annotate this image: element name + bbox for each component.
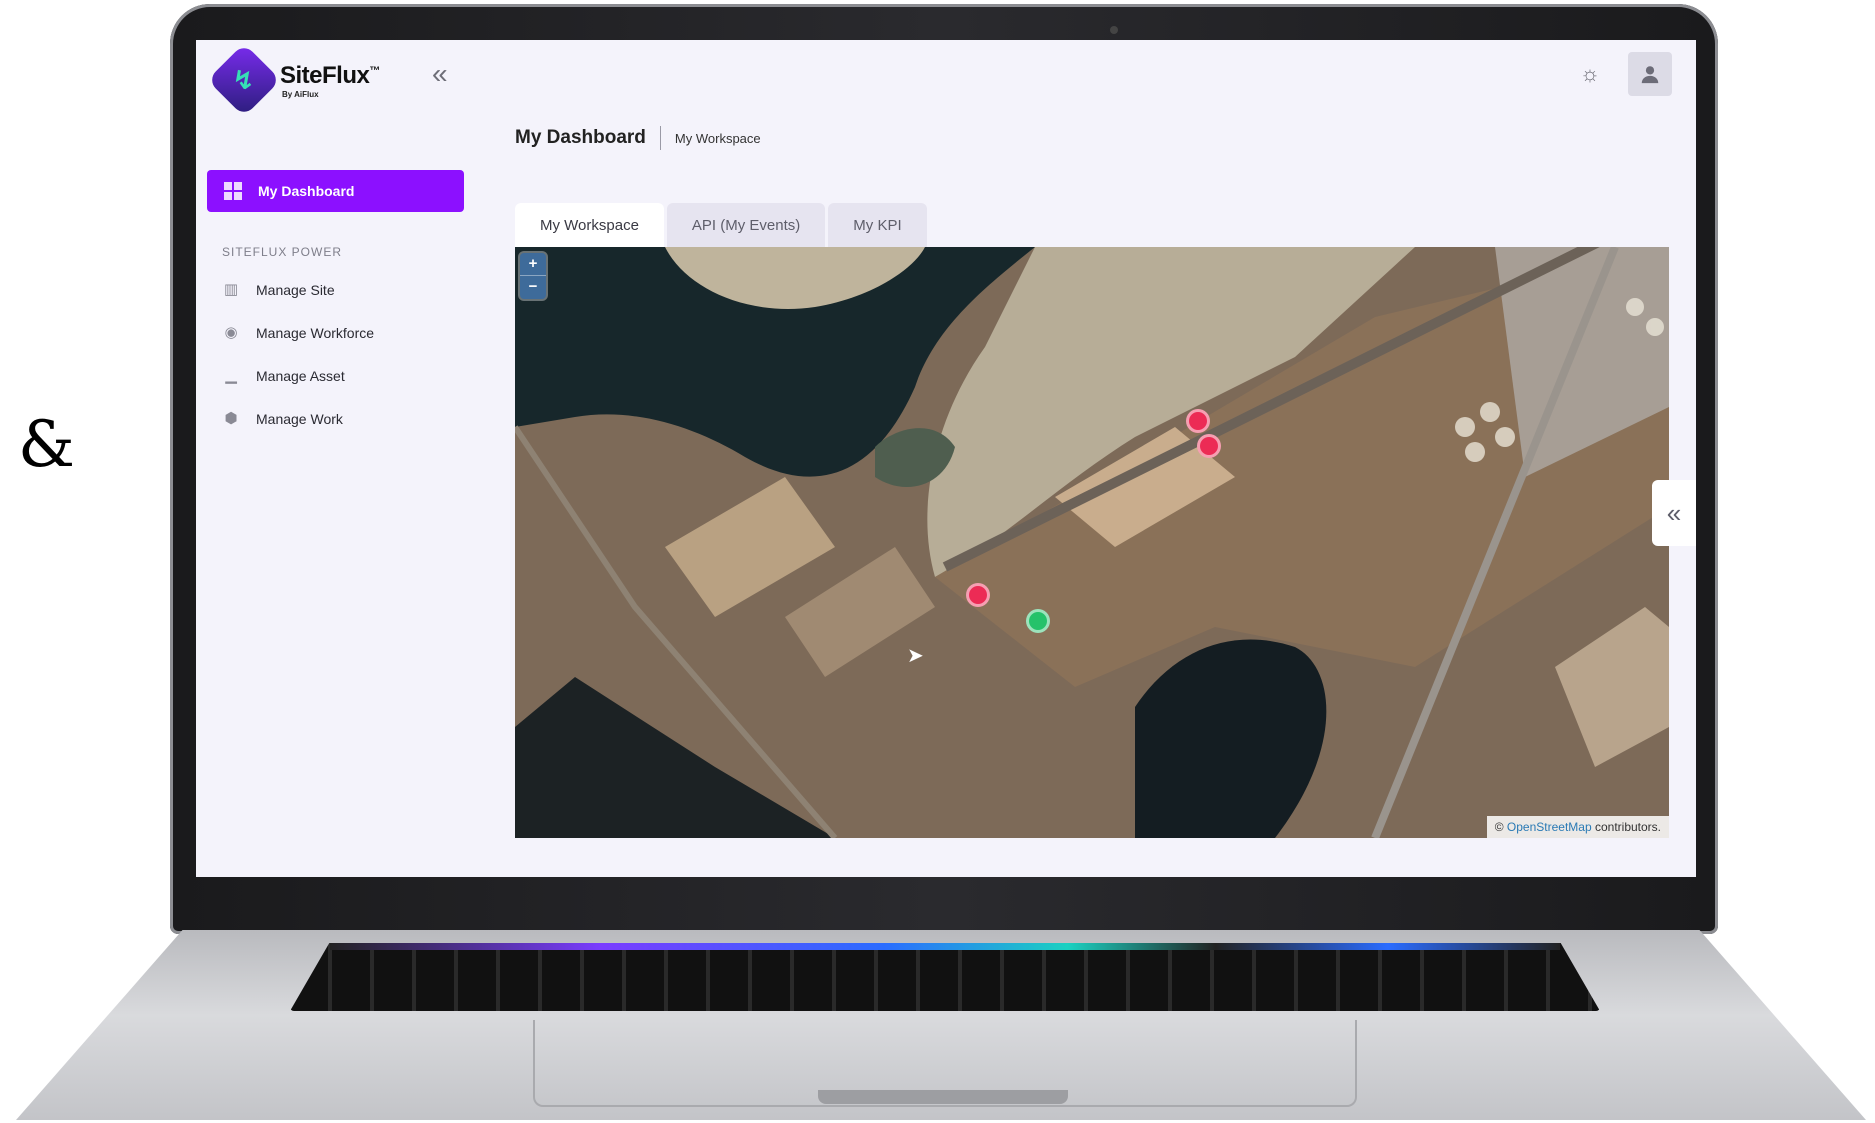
collapse-sidebar-button[interactable]: « bbox=[432, 58, 448, 90]
expand-side-panel-button[interactable]: « bbox=[1652, 480, 1696, 546]
map-marker-alert[interactable] bbox=[966, 583, 990, 607]
user-circle-icon: ◉ bbox=[224, 324, 238, 341]
sidebar-item-manage-work[interactable]: ⬢ Manage Work bbox=[222, 406, 343, 432]
trademark: ™ bbox=[369, 64, 380, 77]
sidebar: ↯ SiteFlux™ By AiFlux « My Dashboard SIT… bbox=[196, 40, 476, 877]
dashboard-grid-icon bbox=[224, 182, 242, 200]
zoom-out-button[interactable]: − bbox=[520, 275, 546, 298]
sidebar-item-label: Manage Site bbox=[256, 282, 335, 298]
user-icon bbox=[1641, 66, 1659, 84]
camera-icon bbox=[1110, 26, 1118, 34]
app-byline: By AiFlux bbox=[282, 89, 319, 99]
map-marker-alert[interactable] bbox=[1197, 434, 1221, 458]
sidebar-item-manage-workforce[interactable]: ◉ Manage Workforce bbox=[222, 320, 374, 346]
app-screen: ↯ SiteFlux™ By AiFlux « My Dashboard SIT… bbox=[196, 40, 1696, 877]
sidebar-item-label: Manage Asset bbox=[256, 368, 345, 384]
zoom-in-button[interactable]: + bbox=[520, 253, 546, 275]
map-imagery bbox=[515, 247, 1669, 838]
sidebar-item-label: Manage Workforce bbox=[256, 325, 375, 341]
tab-my-kpi[interactable]: My KPI bbox=[828, 203, 927, 247]
openstreetmap-link[interactable]: OpenStreetMap bbox=[1507, 820, 1592, 834]
mouse-cursor-icon: ➤ bbox=[907, 645, 924, 667]
siteflux-logo-icon: ↯ bbox=[207, 43, 281, 117]
app-name: SiteFlux bbox=[280, 61, 370, 89]
laptop-notch bbox=[818, 1090, 1068, 1104]
section-label: SITEFLUX POWER bbox=[222, 245, 343, 259]
sidebar-item-my-dashboard[interactable]: My Dashboard bbox=[207, 170, 464, 212]
attribution-suffix: contributors. bbox=[1594, 820, 1661, 834]
keyboard bbox=[290, 943, 1600, 1011]
sidebar-item-label: Manage Work bbox=[256, 411, 343, 427]
sidebar-item-manage-site[interactable]: ▥ Manage Site bbox=[222, 277, 335, 303]
satellite-map[interactable]: + − ➤ © OpenStreetMap contributors. bbox=[515, 247, 1669, 838]
map-icon: ▥ bbox=[223, 281, 239, 298]
touchbar bbox=[330, 943, 1560, 950]
cube-icon: ⬢ bbox=[224, 410, 238, 427]
sidebar-item-label: My Dashboard bbox=[258, 183, 355, 199]
map-attribution: © OpenStreetMap contributors. bbox=[1486, 816, 1669, 838]
tab-api-my-events[interactable]: API (My Events) bbox=[666, 203, 826, 247]
ampersand-decoration: & bbox=[18, 408, 75, 482]
header-divider bbox=[659, 126, 661, 150]
map-marker-alert[interactable] bbox=[1186, 409, 1210, 433]
tab-my-workspace[interactable]: My Workspace bbox=[515, 203, 664, 247]
page-title: My Dashboard bbox=[515, 127, 646, 148]
sun-icon[interactable]: ☼ bbox=[1580, 61, 1600, 87]
forklift-icon: ▁ bbox=[225, 367, 237, 384]
user-menu-button[interactable] bbox=[1628, 52, 1672, 96]
breadcrumb: My Workspace bbox=[674, 130, 761, 146]
logo[interactable]: ↯ SiteFlux™ By AiFlux bbox=[207, 43, 380, 117]
map-zoom-control: + − bbox=[520, 253, 546, 299]
topbar-actions: ☼ bbox=[1580, 52, 1672, 96]
tab-bar: My Workspace API (My Events) My KPI bbox=[515, 203, 930, 247]
sidebar-item-manage-asset[interactable]: ▁ Manage Asset bbox=[222, 363, 345, 389]
attribution-copyright: © bbox=[1494, 820, 1504, 834]
map-marker-ok[interactable] bbox=[1026, 609, 1050, 633]
page-header: My Dashboard My Workspace bbox=[515, 126, 761, 150]
